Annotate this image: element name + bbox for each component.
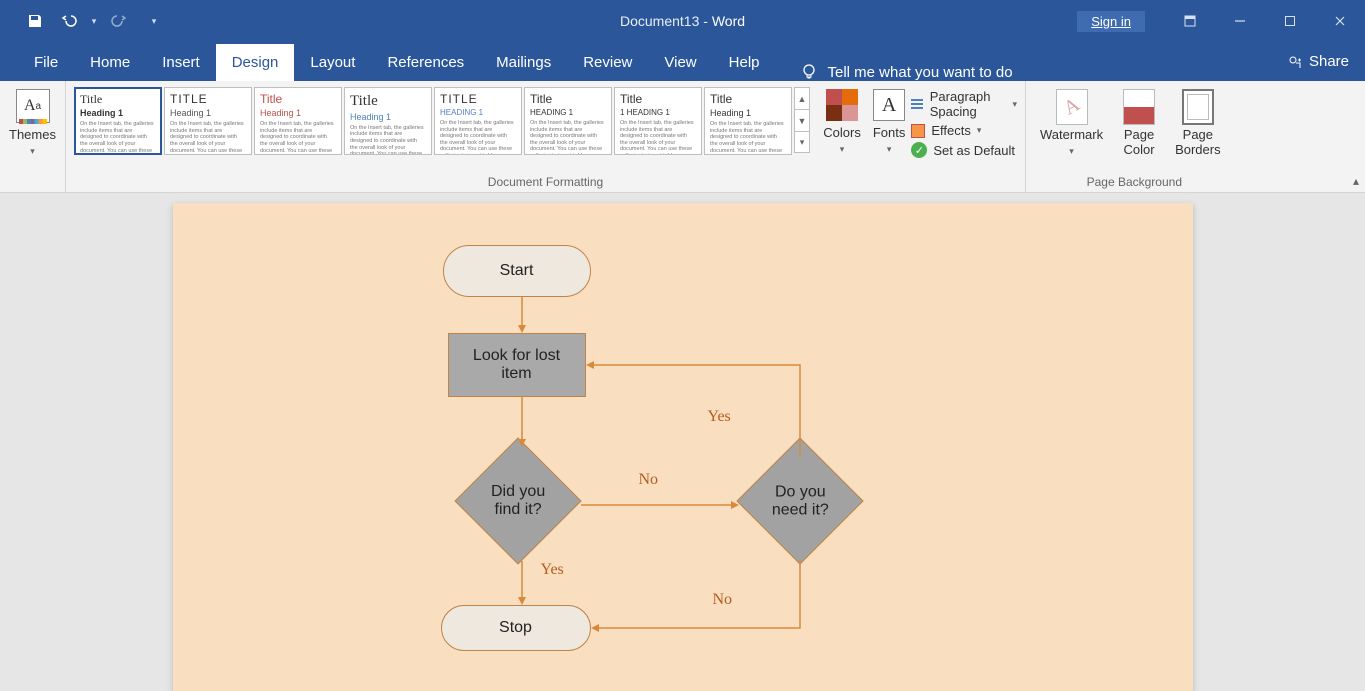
effects-icon: [911, 124, 925, 138]
redo-icon: [111, 13, 127, 29]
style-set-thumb[interactable]: TitleHeading 1On the Insert tab, the gal…: [74, 87, 162, 155]
watermark-icon: [1056, 89, 1088, 125]
tab-design[interactable]: Design: [216, 44, 295, 81]
tab-layout[interactable]: Layout: [294, 44, 371, 81]
ribbon: Aa Themes TitleHeading 1On the Insert ta…: [0, 81, 1365, 193]
minimize-button[interactable]: [1215, 0, 1265, 42]
maximize-button[interactable]: [1265, 0, 1315, 42]
style-set-thumb[interactable]: TitleHeading 1On the Insert tab, the gal…: [254, 87, 342, 155]
arrow-look-to-find: [517, 397, 527, 452]
lightbulb-icon: [800, 63, 818, 81]
arrow-find-to-stop: [517, 561, 527, 610]
share-button[interactable]: Share: [1287, 42, 1349, 81]
flowchart-decision-find[interactable]: Did you find it?: [454, 437, 581, 564]
group-themes: Aa Themes: [0, 81, 66, 193]
style-set-thumb[interactable]: TitleHEADING 1On the Insert tab, the gal…: [524, 87, 612, 155]
arrow-find-to-need: [581, 497, 739, 515]
flowchart-start[interactable]: Start: [443, 245, 591, 297]
undo-icon: [61, 13, 77, 29]
themes-icon: Aa: [16, 89, 50, 123]
colors-button[interactable]: Colors: [817, 85, 867, 159]
flowchart-stop[interactable]: Stop: [441, 605, 591, 651]
style-set-thumb[interactable]: Title1 HEADING 1On the Insert tab, the g…: [614, 87, 702, 155]
undo-dropdown[interactable]: ▾: [86, 0, 102, 42]
paragraph-spacing-button[interactable]: Paragraph Spacing▾: [911, 89, 1017, 119]
document-title: Document13 - Word: [620, 13, 745, 29]
label-yes-find-to-stop: Yes: [541, 561, 564, 579]
flowchart-process-look[interactable]: Look for lost item: [448, 333, 586, 397]
page-color-icon: [1123, 89, 1155, 125]
arrow-need-to-stop: [591, 561, 805, 638]
collapse-ribbon[interactable]: ᠎▴: [1353, 174, 1359, 188]
tell-me-search[interactable]: Tell me what you want to do: [800, 63, 1013, 81]
close-icon: [1334, 15, 1346, 27]
tab-mailings[interactable]: Mailings: [480, 44, 567, 81]
close-button[interactable]: [1315, 0, 1365, 42]
themes-button[interactable]: Aa Themes: [3, 85, 62, 161]
page-color-button[interactable]: Page Color: [1117, 85, 1161, 161]
qat-customize[interactable]: ▾: [146, 0, 162, 42]
ribbon-options-icon: [1184, 15, 1196, 27]
document-page[interactable]: Start Look for lost item Did you find it…: [173, 203, 1193, 691]
undo-button[interactable]: [52, 0, 86, 42]
gallery-more[interactable]: ▾: [794, 131, 810, 153]
gallery-scroll-down[interactable]: ▼: [794, 109, 810, 131]
flowchart: Start Look for lost item Did you find it…: [173, 203, 1193, 691]
label-no-find-to-need: No: [639, 471, 659, 489]
group-label-pagebg: Page Background: [1026, 175, 1243, 189]
colors-icon: [826, 89, 858, 121]
style-set-thumb[interactable]: TITLEHEADING 1On the Insert tab, the gal…: [434, 87, 522, 155]
set-as-default-button[interactable]: ✓ Set as Default: [911, 142, 1017, 158]
paragraph-spacing-icon: [911, 97, 923, 111]
ribbon-tabs: File Home Insert Design Layout Reference…: [0, 42, 1365, 81]
save-icon: [27, 13, 43, 29]
share-icon: [1287, 54, 1303, 70]
sign-in-button[interactable]: Sign in: [1077, 11, 1145, 32]
arrow-start-to-look: [517, 297, 527, 338]
group-document-formatting: TitleHeading 1On the Insert tab, the gal…: [66, 81, 1026, 193]
fonts-icon: A: [873, 89, 905, 121]
group-label-docfmt: Document Formatting: [66, 175, 1025, 189]
page-borders-icon: [1182, 89, 1214, 125]
gallery-scroll-up[interactable]: ▲: [794, 87, 810, 109]
tab-view[interactable]: View: [648, 44, 712, 81]
style-set-thumb[interactable]: TitleHeading 1On the Insert tab, the gal…: [344, 87, 432, 155]
tab-help[interactable]: Help: [713, 44, 776, 81]
fonts-button[interactable]: A Fonts: [867, 85, 912, 159]
title-bar: ▾ ▾ Document13 - Word Sign in: [0, 0, 1365, 42]
arrow-need-to-look: [586, 361, 804, 466]
watermark-button[interactable]: Watermark: [1034, 85, 1109, 161]
document-workspace[interactable]: Start Look for lost item Did you find it…: [0, 193, 1365, 691]
minimize-icon: [1234, 15, 1246, 27]
tab-home[interactable]: Home: [74, 44, 146, 81]
tab-references[interactable]: References: [371, 44, 480, 81]
effects-button[interactable]: Effects▾: [911, 123, 1017, 138]
style-set-gallery[interactable]: TitleHeading 1On the Insert tab, the gal…: [74, 85, 810, 159]
tab-file[interactable]: File: [18, 44, 74, 81]
group-page-background: Watermark Page Color Page Borders Page B…: [1026, 81, 1243, 193]
ribbon-display-options[interactable]: [1165, 0, 1215, 42]
redo-button[interactable]: [102, 0, 136, 42]
tab-review[interactable]: Review: [567, 44, 648, 81]
tab-insert[interactable]: Insert: [146, 44, 216, 81]
page-borders-button[interactable]: Page Borders: [1169, 85, 1227, 161]
style-set-thumb[interactable]: TITLEHeading 1On the Insert tab, the gal…: [164, 87, 252, 155]
quick-access-toolbar: ▾ ▾: [0, 0, 162, 42]
save-button[interactable]: [18, 0, 52, 42]
check-icon: ✓: [911, 142, 927, 158]
maximize-icon: [1284, 15, 1296, 27]
style-set-thumb[interactable]: TitleHeading 1On the Insert tab, the gal…: [704, 87, 792, 155]
